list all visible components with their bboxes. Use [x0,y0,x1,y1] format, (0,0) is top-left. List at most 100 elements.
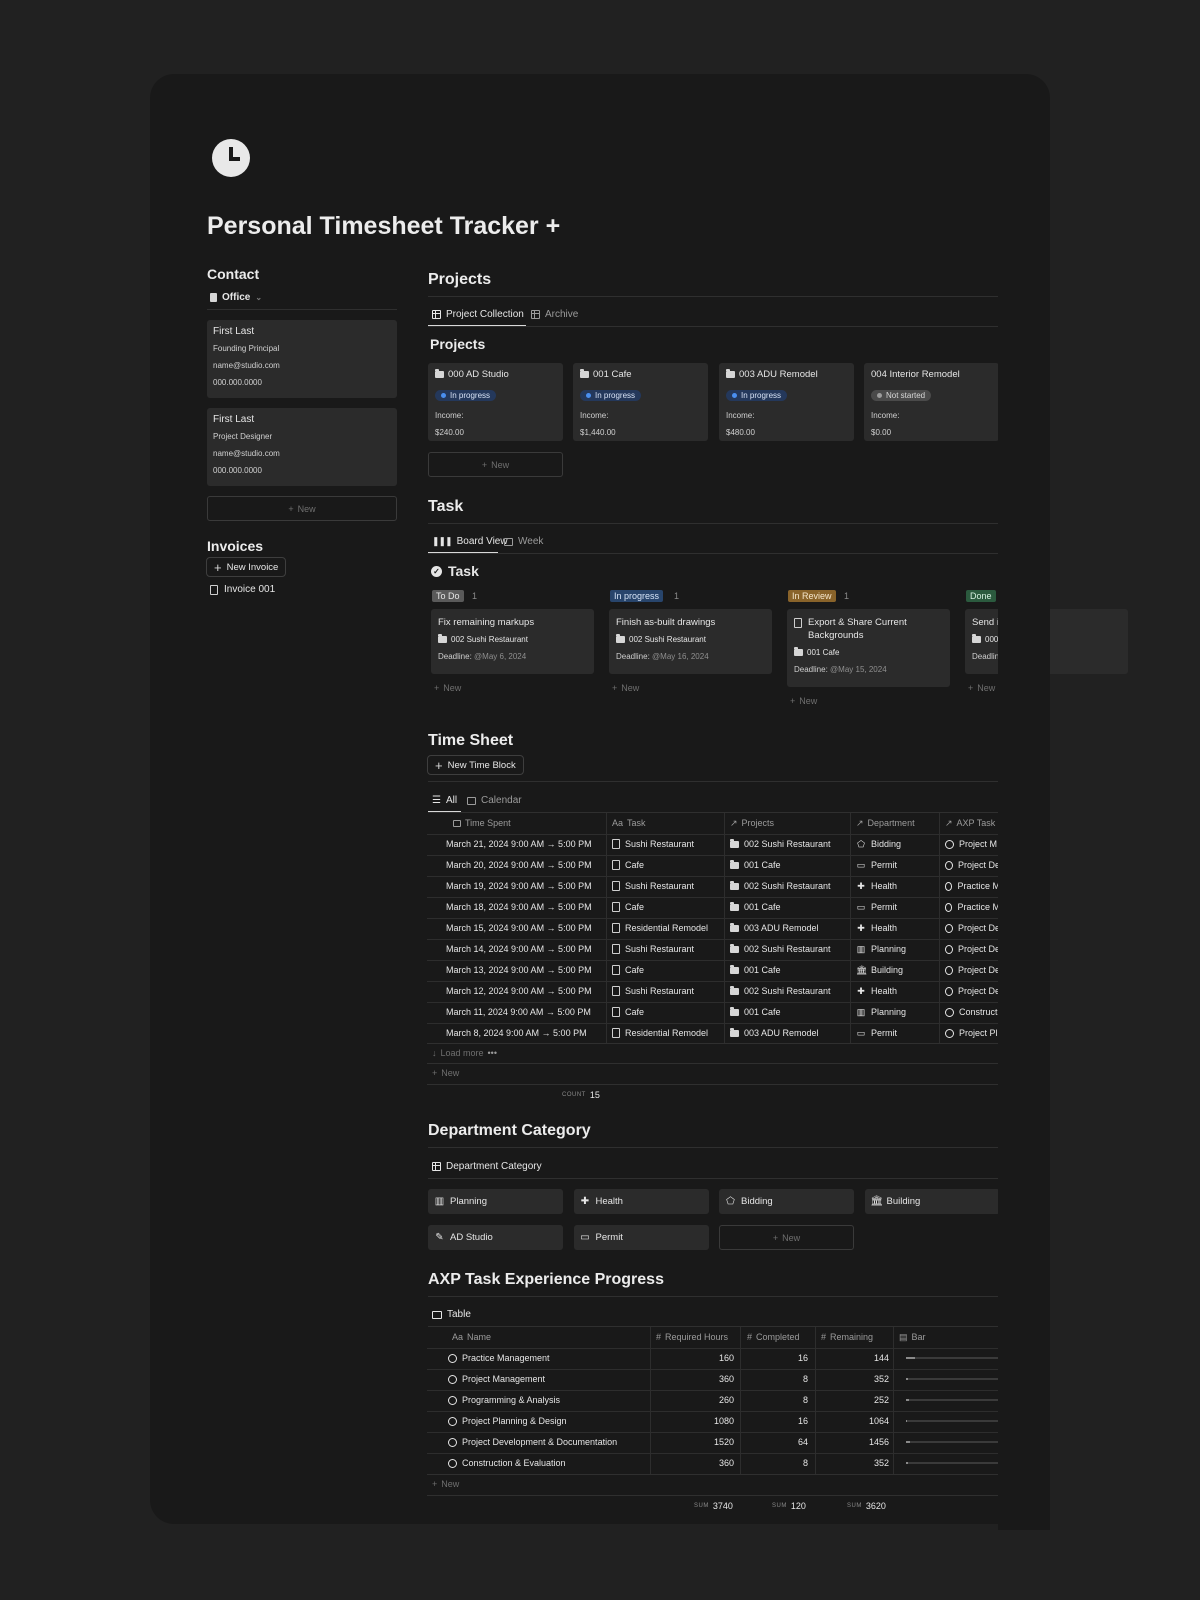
department-cell[interactable]: ✚ Health [856,918,897,938]
project-cell[interactable]: 002 Sushi Restaurant [730,939,831,959]
invoice-item[interactable]: Invoice 001 [210,584,275,595]
axp-name-cell[interactable]: Practice Management [448,1348,550,1368]
project-cell[interactable]: 001 Cafe [730,960,781,980]
load-more-button[interactable]: ↓ Load more ••• [432,1048,497,1058]
department-card[interactable]: ▭ Permit [573,1225,709,1250]
project-cell[interactable]: 001 Cafe [730,1002,781,1022]
project-card[interactable]: 001 Cafe In progress Income: $1,440.00 [573,363,708,441]
axp-name-cell[interactable]: Construction & Evaluation [448,1453,566,1473]
department-cell[interactable]: 🏛 Building [856,960,903,980]
department-card[interactable]: ⬠ Bidding [719,1189,854,1214]
department-cell[interactable]: ✚ Health [856,981,897,1001]
axp-task-cell[interactable]: Project De [945,939,1000,959]
task-cell[interactable]: Sushi Restaurant [612,981,694,1001]
tab-department-category[interactable]: Department Category [432,1161,542,1172]
new-row-button[interactable]: + New [432,1479,459,1489]
contact-card[interactable]: First Last Project Designer name@studio.… [207,408,397,486]
permit-icon: ▭ [856,859,866,870]
column-header-projects[interactable]: ↗ Projects [730,813,774,833]
task-card[interactable]: Export & Share Current Backgrounds 001 C… [787,609,950,687]
tab-board-view[interactable]: ❚❚❚ Board View [432,536,508,547]
task-card[interactable]: Fix remaining markups 002 Sushi Restaura… [431,609,594,674]
new-row-button[interactable]: + New [432,1068,459,1078]
department-card[interactable]: ✚ Health [573,1189,709,1214]
column-header-axp-task[interactable]: ↗ AXP Task [945,813,995,833]
new-project-button[interactable]: + New [428,452,563,477]
new-task-button[interactable]: + New [434,683,461,693]
project-card[interactable]: 003 ADU Remodel In progress Income: $480… [719,363,854,441]
column-header-task[interactable]: Aa Task [612,813,646,833]
task-card[interactable]: Finish as-built drawings 002 Sushi Resta… [609,609,772,674]
project-cell[interactable]: 002 Sushi Restaurant [730,981,831,1001]
task-cell[interactable]: Cafe [612,960,644,980]
column-header-department[interactable]: ↗ Department [856,813,915,833]
department-cell[interactable]: ▭ Permit [856,855,897,875]
task-cell[interactable]: Sushi Restaurant [612,834,694,854]
axp-name-cell[interactable]: Programming & Analysis [448,1390,560,1410]
new-contact-button[interactable]: + New [207,496,397,521]
tab-calendar[interactable]: Calendar [467,795,522,806]
axp-name-cell[interactable]: Project Planning & Design [448,1411,567,1431]
new-department-button[interactable]: + New [719,1225,854,1250]
column-header-remaining[interactable]: # Remaining [821,1327,873,1347]
column-header-completed[interactable]: # Completed [747,1327,800,1347]
department-cell[interactable]: ⬠ Bidding [856,834,901,854]
task-cell[interactable]: Sushi Restaurant [612,939,694,959]
contact-card[interactable]: First Last Founding Principal name@studi… [207,320,397,398]
new-task-button[interactable]: + New [790,696,817,706]
department-card[interactable]: 🏛 Building [864,1189,1000,1214]
new-task-button[interactable]: + New [968,683,995,693]
axp-task-cell[interactable]: Project De [945,960,1000,980]
task-cell[interactable]: Cafe [612,1002,644,1022]
new-time-block-button[interactable]: + New Time Block [427,755,524,775]
axp-task-cell[interactable]: Practice M [945,897,1000,917]
axp-task-cell[interactable]: Project De [945,855,1000,875]
project-cell[interactable]: 001 Cafe [730,855,781,875]
column-header-required-hours[interactable]: # Required Hours [656,1327,728,1347]
task-cell[interactable]: Cafe [612,897,644,917]
department-cell[interactable]: ▥ Planning [856,939,906,959]
column-header-time-spent[interactable]: Time Spent [453,813,511,833]
project-cell[interactable]: 001 Cafe [730,897,781,917]
tab-table[interactable]: Table [432,1309,471,1320]
department-cell[interactable]: ▭ Permit [856,897,897,917]
axp-task-cell[interactable]: Project De [945,981,1000,1001]
project-card[interactable]: 004 Interior Remodel Not started Income:… [864,363,999,441]
calendar-icon [467,796,476,805]
axp-task-cell[interactable]: Project De [945,918,1000,938]
department-cell[interactable]: ▥ Planning [856,1002,906,1022]
axp-task-cell[interactable]: Construct [945,1002,1000,1022]
column-header-name[interactable]: Aa Name [452,1327,491,1347]
project-cell[interactable]: 003 ADU Remodel [730,918,819,938]
building-icon: 🏛 [856,964,868,975]
tab-project-collection[interactable]: Project Collection [432,309,524,320]
column-header-bar[interactable]: ▤ Bar [899,1327,926,1347]
department-card[interactable]: ✎ AD Studio [428,1225,563,1250]
tab-all[interactable]: ☰ All [432,795,457,806]
department-cell[interactable]: ✚ Health [856,876,897,896]
project-cell[interactable]: 003 ADU Remodel [730,1023,819,1043]
text-icon: Aa [452,1332,464,1342]
task-cell[interactable]: Cafe [612,855,644,875]
axp-name-cell[interactable]: Project Management [448,1369,545,1389]
axp-task-cell[interactable]: Practice M [945,876,1000,896]
project-cell[interactable]: 002 Sushi Restaurant [730,876,831,896]
task-cell[interactable]: Sushi Restaurant [612,876,694,896]
project-cell[interactable]: 002 Sushi Restaurant [730,834,831,854]
axp-name-cell[interactable]: Project Development & Documentation [448,1432,617,1452]
tab-archive[interactable]: Archive [531,309,578,320]
department-cell[interactable]: ▭ Permit [856,1023,897,1043]
tab-week[interactable]: Week [504,536,543,547]
task-cell[interactable]: Residential Remodel [612,1023,708,1043]
arrow-down-icon: ↓ [432,1048,437,1058]
project-card[interactable]: 000 AD Studio In progress Income: $240.0… [428,363,563,441]
axp-task-cell[interactable]: Project M [945,834,1000,854]
new-invoice-button[interactable]: + New Invoice [206,557,287,577]
document-icon [612,881,620,891]
document-icon [612,839,620,849]
new-task-button[interactable]: + New [612,683,639,693]
task-cell[interactable]: Residential Remodel [612,918,708,938]
axp-task-cell[interactable]: Project Pl [945,1023,1000,1043]
contact-view-office[interactable]: Office ⌄ [210,292,262,303]
department-card[interactable]: ▥ Planning [428,1189,563,1214]
